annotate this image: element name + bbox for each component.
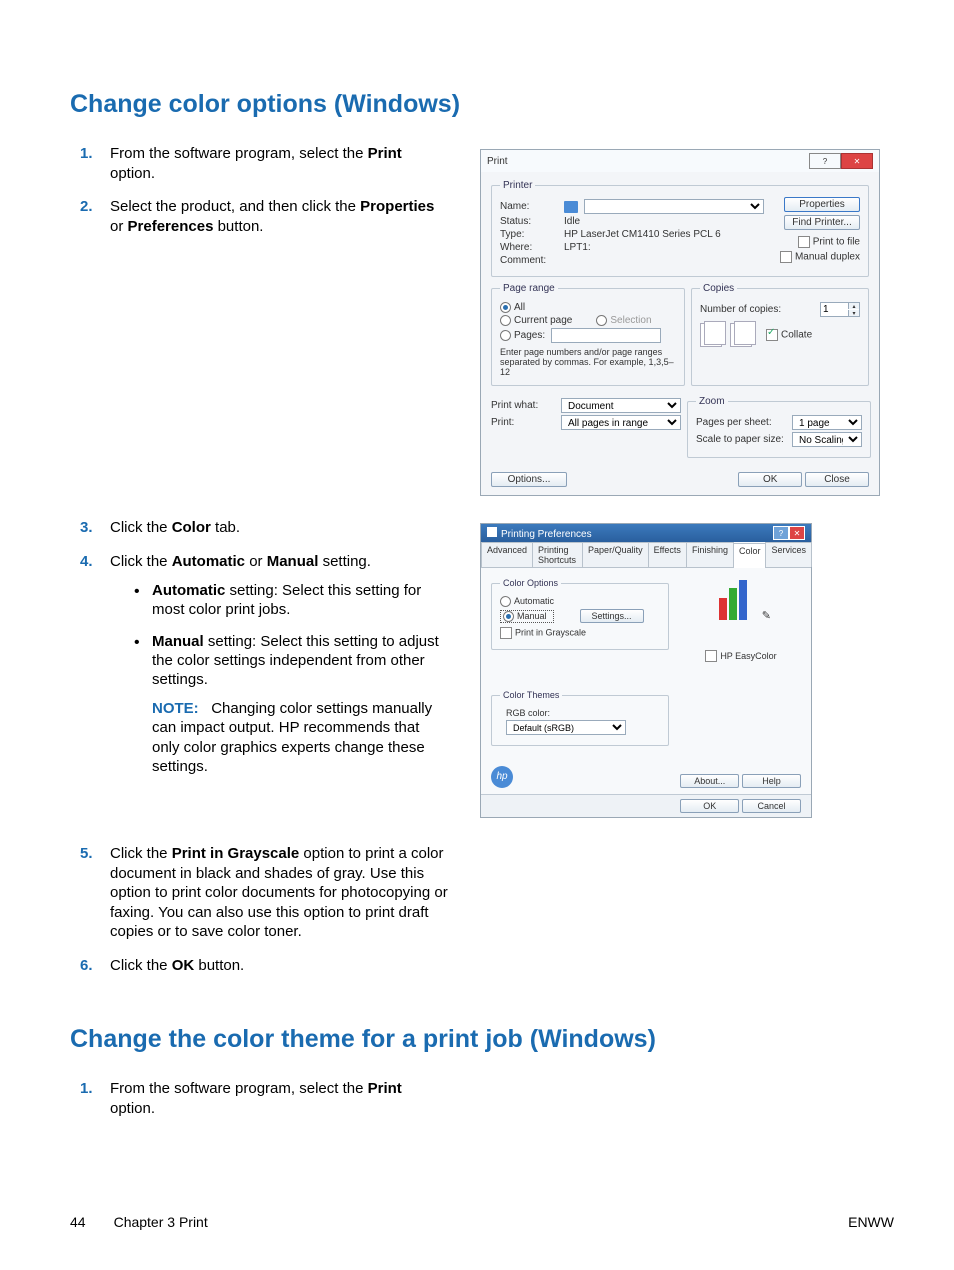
help-button[interactable]: Help [742, 774, 801, 788]
step-2: Select the product, and then click the P… [80, 197, 450, 236]
where-value: LPT1: [564, 242, 591, 253]
page-footer: 44 Chapter 3 Print ENWW [70, 1214, 894, 1230]
print-what-label: Print what: [491, 400, 555, 411]
step-1: From the software program, select the Pr… [80, 144, 450, 183]
easycolor-checkbox[interactable]: HP EasyColor [705, 651, 776, 661]
print-range-select[interactable]: All pages in range [561, 415, 681, 430]
collate-icon [700, 323, 722, 347]
type-value: HP LaserJet CM1410 Series PCL 6 [564, 229, 721, 240]
step-5: Click the Print in Grayscale option to p… [80, 844, 450, 942]
chapter-label: Chapter 3 Print [114, 1214, 208, 1230]
print-label: Print: [491, 417, 555, 428]
step-3: Click the Color tab. [80, 518, 450, 538]
grayscale-checkbox[interactable]: Print in Grayscale [500, 627, 586, 639]
printer-name-select[interactable] [584, 199, 764, 214]
type-label: Type: [500, 229, 558, 240]
tab-printing-shortcuts[interactable]: Printing Shortcuts [532, 542, 583, 567]
cancel-button[interactable]: Cancel [742, 799, 801, 813]
print-dialog: Print ? ✕ Printer Name: [480, 149, 880, 496]
pps-select[interactable]: 1 page [792, 415, 862, 430]
pages-hint: Enter page numbers and/or page ranges se… [500, 347, 676, 377]
tab-paper-quality[interactable]: Paper/Quality [582, 542, 649, 567]
page-number: 44 [70, 1214, 86, 1230]
properties-button[interactable]: Properties [784, 197, 860, 212]
hp-logo-icon: hp [491, 766, 513, 788]
name-label: Name: [500, 201, 558, 212]
status-value: Idle [564, 216, 580, 227]
copies-legend: Copies [700, 283, 737, 294]
note: NOTE: Changing color settings manually c… [152, 699, 450, 776]
close-button[interactable]: Close [805, 472, 869, 487]
step-6: Click the OK button. [80, 956, 450, 976]
section-title-1: Change color options (Windows) [70, 90, 894, 119]
find-printer-button[interactable]: Find Printer... [784, 215, 860, 230]
comment-label: Comment: [500, 255, 558, 266]
tab-effects[interactable]: Effects [648, 542, 687, 567]
tabs: Advanced Printing Shortcuts Paper/Qualit… [481, 542, 811, 568]
pages-radio[interactable]: Pages: [500, 330, 545, 341]
section-title-2: Change the color theme for a print job (… [70, 1025, 894, 1054]
about-button[interactable]: About... [680, 774, 739, 788]
zoom-legend: Zoom [696, 396, 728, 407]
color-options-legend: Color Options [500, 578, 561, 588]
bullet-automatic: Automatic setting: Select this setting f… [134, 581, 450, 619]
settings-button[interactable]: Settings... [580, 609, 644, 623]
enww-label: ENWW [848, 1214, 894, 1230]
tab-color[interactable]: Color [733, 543, 767, 568]
options-button[interactable]: Options... [491, 472, 567, 487]
rgb-label: RGB color: [506, 708, 550, 718]
scale-select[interactable]: No Scaling [792, 432, 862, 447]
page-range-legend: Page range [500, 283, 558, 294]
pps-label: Pages per sheet: [696, 417, 786, 428]
scale-label: Scale to paper size: [696, 434, 786, 445]
help-icon[interactable]: ? [809, 153, 841, 169]
printer-icon [564, 201, 578, 213]
ok-button[interactable]: OK [738, 472, 802, 487]
collate-icon [730, 323, 752, 347]
color-preview-icon: ✎ [717, 578, 765, 620]
close-icon[interactable]: ✕ [841, 153, 873, 169]
status-label: Status: [500, 216, 558, 227]
selection-radio: Selection [596, 315, 651, 326]
color-themes-legend: Color Themes [500, 690, 562, 700]
step-4: Click the Automatic or Manual setting. A… [80, 552, 450, 776]
tab-services[interactable]: Services [765, 542, 812, 567]
all-radio[interactable]: All [500, 302, 525, 313]
print-to-file-checkbox[interactable]: Print to file [798, 236, 860, 248]
dialog-title: Print [487, 156, 508, 167]
help-icon[interactable]: ? [773, 526, 789, 540]
section2-step-1: From the software program, select the Pr… [80, 1079, 450, 1118]
rgb-select[interactable]: Default (sRGB) [506, 720, 626, 735]
collate-checkbox[interactable]: Collate [766, 329, 812, 341]
tab-finishing[interactable]: Finishing [686, 542, 734, 567]
printer-legend: Printer [500, 180, 535, 191]
manual-duplex-checkbox[interactable]: Manual duplex [780, 251, 860, 263]
close-icon[interactable]: ✕ [789, 526, 805, 540]
tab-advanced[interactable]: Advanced [481, 542, 533, 567]
num-copies-label: Number of copies: [700, 304, 814, 315]
printer-mini-icon [487, 527, 497, 537]
preferences-dialog: Printing Preferences ?✕ Advanced Printin… [480, 523, 812, 818]
manual-radio[interactable]: Manual [500, 610, 554, 623]
where-label: Where: [500, 242, 558, 253]
print-what-select[interactable]: Document [561, 398, 681, 413]
current-page-radio[interactable]: Current page [500, 315, 572, 326]
pref-title: Printing Preferences [501, 529, 592, 540]
pages-input[interactable] [551, 328, 661, 343]
ok-button[interactable]: OK [680, 799, 739, 813]
automatic-radio[interactable]: Automatic [500, 596, 554, 607]
bullet-manual: Manual setting: Select this setting to a… [134, 632, 450, 776]
